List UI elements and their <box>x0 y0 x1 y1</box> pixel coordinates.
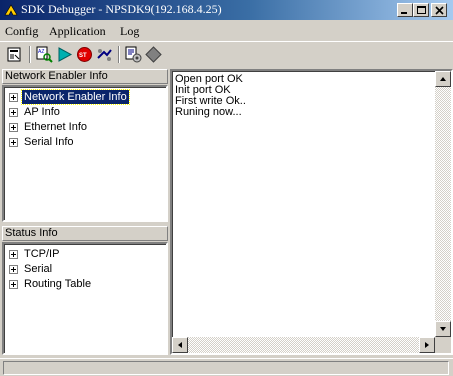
title-bar[interactable]: SDK Debugger - NPSDK9(192.168.4.25) <box>0 0 453 20</box>
connect-button[interactable] <box>95 45 115 64</box>
scroll-down-button[interactable] <box>435 321 451 337</box>
status-bar <box>0 358 453 376</box>
settings-icon <box>125 46 142 63</box>
tree-item-label: Network Enabler Info <box>21 89 130 105</box>
properties-button[interactable] <box>5 45 25 64</box>
svg-text:AZ: AZ <box>38 49 44 55</box>
expand-icon[interactable] <box>9 265 18 274</box>
find-button[interactable]: AZ <box>35 45 55 64</box>
svg-text:ST: ST <box>79 53 87 59</box>
expand-icon[interactable] <box>9 250 18 259</box>
settings-button[interactable] <box>124 45 144 64</box>
run-icon <box>58 47 73 62</box>
network-panel-header: Network Enabler Info <box>2 69 168 84</box>
app-arrow-icon <box>4 3 18 17</box>
scroll-right-button[interactable] <box>419 337 435 353</box>
toolbar-separator <box>118 46 120 63</box>
toolbar: AZ ST <box>0 41 453 66</box>
log-output[interactable]: Open port OK Init port OK First write Ok… <box>170 69 453 355</box>
status-panel-header: Status Info <box>2 226 168 241</box>
search-icon: AZ <box>36 46 53 63</box>
stop-icon: ST <box>77 47 92 62</box>
arrow-up-icon <box>440 77 446 81</box>
window-title: SDK Debugger - NPSDK9(192.168.4.25) <box>21 2 222 16</box>
log-line: Runing now... <box>175 106 242 118</box>
menu-log[interactable]: Log <box>120 24 139 39</box>
maximize-button[interactable] <box>413 3 429 17</box>
scroll-up-button[interactable] <box>435 71 451 87</box>
menu-application[interactable]: Application <box>49 24 106 39</box>
scroll-corner <box>435 337 451 353</box>
horizontal-scrollbar[interactable] <box>172 337 435 353</box>
status-tree[interactable]: TCP/IP Serial Routing Table <box>2 242 168 355</box>
minimize-button[interactable] <box>397 3 413 17</box>
break-icon <box>145 46 162 63</box>
arrow-left-icon <box>178 342 182 348</box>
expand-icon[interactable] <box>9 138 18 147</box>
tree-item-label: Serial Info <box>24 136 74 148</box>
tree-item-label: Ethernet Info <box>24 121 87 133</box>
arrow-right-icon <box>425 342 429 348</box>
menu-config[interactable]: Config <box>5 24 38 39</box>
expand-icon[interactable] <box>9 93 18 102</box>
stop-button[interactable]: ST <box>75 45 95 64</box>
connect-icon <box>97 49 112 61</box>
expand-icon[interactable] <box>9 108 18 117</box>
expand-icon[interactable] <box>9 280 18 289</box>
vertical-scrollbar[interactable] <box>435 71 451 337</box>
toolbar-separator <box>29 46 31 63</box>
window-controls <box>397 3 447 17</box>
expand-icon[interactable] <box>9 123 18 132</box>
main-window: SDK Debugger - NPSDK9(192.168.4.25) Conf… <box>0 0 453 376</box>
close-button[interactable] <box>431 3 447 17</box>
tree-item-label: TCP/IP <box>24 248 60 260</box>
status-pane <box>3 361 449 375</box>
run-button[interactable] <box>55 45 75 64</box>
tree-item-label: Serial <box>24 263 53 275</box>
menu-bar: Config Application Log <box>0 21 453 40</box>
tree-item-label: AP Info <box>24 106 60 118</box>
scroll-left-button[interactable] <box>172 337 188 353</box>
properties-icon <box>7 47 21 62</box>
break-button[interactable] <box>144 45 164 64</box>
network-tree[interactable]: Network Enabler Info AP Info Ethernet In… <box>2 85 168 222</box>
tree-item-label: Routing Table <box>24 278 92 290</box>
arrow-down-icon <box>440 327 446 331</box>
